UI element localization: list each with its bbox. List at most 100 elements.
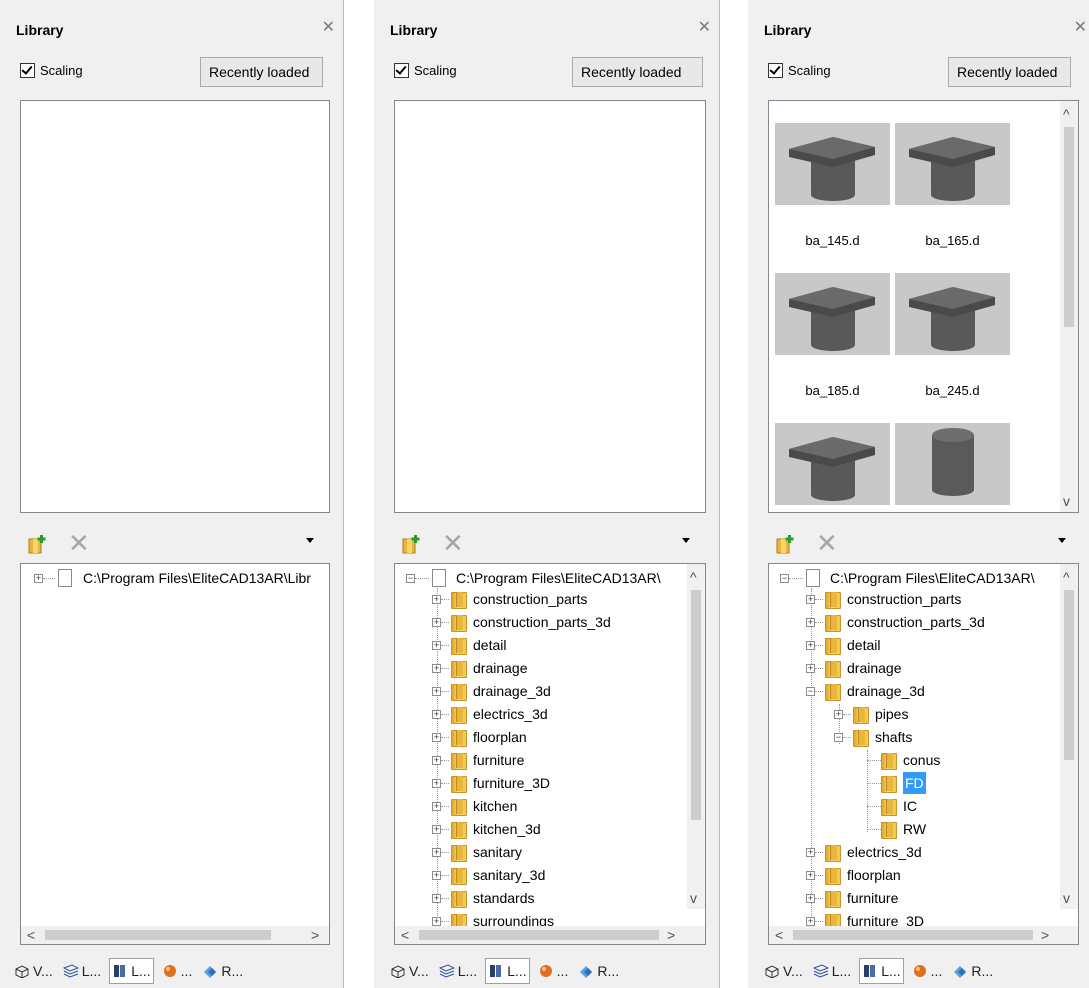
tab-layers[interactable]: L... — [437, 959, 479, 983]
tab-library[interactable]: L... — [109, 958, 154, 984]
delete-icon[interactable]: ✕ — [442, 530, 464, 556]
delete-icon[interactable]: ✕ — [68, 530, 90, 556]
folder-tree[interactable]: − C:\Program Files\EliteCAD13AR\ + constr… — [768, 563, 1079, 945]
expand-icon[interactable]: + — [432, 871, 441, 880]
close-icon[interactable]: ✕ — [698, 20, 711, 36]
checkbox-checked-icon[interactable] — [394, 63, 409, 78]
collapse-icon[interactable]: − — [780, 574, 789, 583]
add-folder-icon[interactable] — [28, 534, 46, 554]
add-folder-icon[interactable] — [776, 534, 794, 554]
tree-root-label[interactable]: C:\Program Files\EliteCAD13AR\Libr — [83, 567, 311, 589]
expand-icon[interactable]: + — [432, 687, 441, 696]
scroll-thumb[interactable] — [691, 590, 701, 820]
tab-view[interactable]: V... — [12, 959, 55, 983]
tree-item-label[interactable]: sanitary — [473, 841, 522, 863]
scroll-right-icon[interactable]: > — [667, 928, 675, 942]
scroll-right-icon[interactable]: > — [1041, 928, 1049, 942]
vertical-scrollbar[interactable]: ^ v — [1060, 101, 1078, 512]
tree-item-label[interactable]: floorplan — [847, 864, 901, 886]
tree-item-label[interactable]: construction_parts — [847, 588, 961, 610]
tree-item-label[interactable]: furniture — [847, 887, 898, 909]
recently-loaded-button[interactable]: Recently loaded — [200, 57, 323, 87]
expand-icon[interactable]: + — [432, 802, 441, 811]
expand-icon[interactable]: + — [432, 894, 441, 903]
close-icon[interactable]: ✕ — [1074, 20, 1087, 36]
expand-icon[interactable]: + — [806, 894, 815, 903]
folder-tree[interactable]: + C:\Program Files\EliteCAD13AR\Libr < > — [20, 563, 330, 945]
checkbox-checked-icon[interactable] — [768, 63, 783, 78]
scaling-checkbox[interactable]: Scaling — [768, 63, 831, 78]
scroll-left-icon[interactable]: < — [401, 928, 409, 942]
expand-icon[interactable]: + — [432, 779, 441, 788]
tab-render[interactable]: ... — [160, 959, 195, 983]
scroll-left-icon[interactable]: < — [27, 928, 35, 942]
tree-item-label[interactable]: drainage_3d — [847, 680, 925, 702]
checkbox-checked-icon[interactable] — [20, 63, 35, 78]
tree-item-label[interactable]: electrics_3d — [847, 841, 922, 863]
recently-loaded-button[interactable]: Recently loaded — [948, 57, 1071, 87]
tree-item-label[interactable]: drainage — [847, 657, 902, 679]
delete-icon[interactable]: ✕ — [816, 530, 838, 556]
tree-item-label[interactable]: sanitary_3d — [473, 864, 545, 886]
dropdown-icon[interactable] — [682, 538, 690, 543]
tree-item-label[interactable]: RW — [903, 818, 926, 840]
expand-icon[interactable]: + — [432, 618, 441, 627]
horizontal-scrollbar[interactable]: < > — [21, 926, 329, 944]
tree-item-label[interactable]: pipes — [875, 703, 908, 725]
expand-icon[interactable]: + — [432, 641, 441, 650]
expand-icon[interactable]: + — [806, 641, 815, 650]
scroll-thumb[interactable] — [793, 930, 1033, 940]
tree-item-label[interactable]: IC — [903, 795, 917, 817]
tree-item-label[interactable]: standards — [473, 887, 534, 909]
expand-icon[interactable]: + — [806, 595, 815, 604]
scroll-thumb[interactable] — [45, 930, 271, 940]
tree-item-label[interactable]: construction_parts_3d — [847, 611, 985, 633]
tab-properties[interactable]: R... — [200, 959, 245, 983]
expand-icon[interactable]: + — [432, 710, 441, 719]
tab-render[interactable]: ... — [536, 959, 571, 983]
tree-item-label[interactable]: drainage — [473, 657, 528, 679]
collapse-icon[interactable]: − — [806, 687, 815, 696]
expand-icon[interactable]: + — [432, 848, 441, 857]
expand-icon[interactable]: + — [806, 848, 815, 857]
tree-item-label[interactable]: kitchen_3d — [473, 818, 541, 840]
tab-properties[interactable]: R... — [576, 959, 621, 983]
folder-tree[interactable]: − C:\Program Files\EliteCAD13AR\ + constr… — [394, 563, 706, 945]
dropdown-icon[interactable] — [1058, 538, 1066, 543]
tree-item-label[interactable]: electrics_3d — [473, 703, 548, 725]
tab-layers[interactable]: L... — [811, 959, 853, 983]
expand-icon[interactable]: + — [834, 710, 843, 719]
scaling-checkbox[interactable]: Scaling — [394, 63, 457, 78]
close-icon[interactable]: ✕ — [322, 20, 335, 36]
tree-root-label[interactable]: C:\Program Files\EliteCAD13AR\ — [456, 567, 661, 589]
horizontal-scrollbar[interactable]: < > — [769, 926, 1078, 944]
tree-item-label[interactable]: furniture — [473, 749, 524, 771]
tab-layers[interactable]: L... — [61, 959, 103, 983]
scroll-down-icon[interactable]: v — [1063, 494, 1070, 508]
expand-icon[interactable]: + — [432, 825, 441, 834]
recently-loaded-button[interactable]: Recently loaded — [572, 57, 703, 87]
dropdown-icon[interactable] — [306, 538, 314, 543]
collapse-icon[interactable]: − — [406, 574, 415, 583]
expand-icon[interactable]: + — [806, 664, 815, 673]
tree-item-label[interactable]: detail — [847, 634, 880, 656]
tab-library[interactable]: L... — [859, 958, 904, 984]
expand-icon[interactable]: + — [432, 595, 441, 604]
tree-item-label[interactable]: construction_parts_3d — [473, 611, 611, 633]
tab-view[interactable]: V... — [388, 959, 431, 983]
tree-root-label[interactable]: C:\Program Files\EliteCAD13AR\ — [830, 567, 1035, 589]
tree-item-label[interactable]: FD — [903, 772, 926, 794]
scroll-thumb[interactable] — [419, 930, 659, 940]
horizontal-scrollbar[interactable]: < > — [395, 926, 705, 944]
expand-icon[interactable]: + — [34, 574, 43, 583]
tree-item-label[interactable]: construction_parts — [473, 588, 587, 610]
expand-icon[interactable]: + — [432, 756, 441, 765]
tab-render[interactable]: ... — [910, 959, 945, 983]
expand-icon[interactable]: + — [806, 871, 815, 880]
scroll-right-icon[interactable]: > — [311, 928, 319, 942]
scaling-checkbox[interactable]: Scaling — [20, 63, 83, 78]
vertical-scrollbar[interactable]: ^ v — [1060, 564, 1078, 909]
scroll-thumb[interactable] — [1064, 127, 1074, 327]
add-folder-icon[interactable] — [402, 534, 420, 554]
vertical-scrollbar[interactable]: ^ v — [687, 564, 705, 909]
